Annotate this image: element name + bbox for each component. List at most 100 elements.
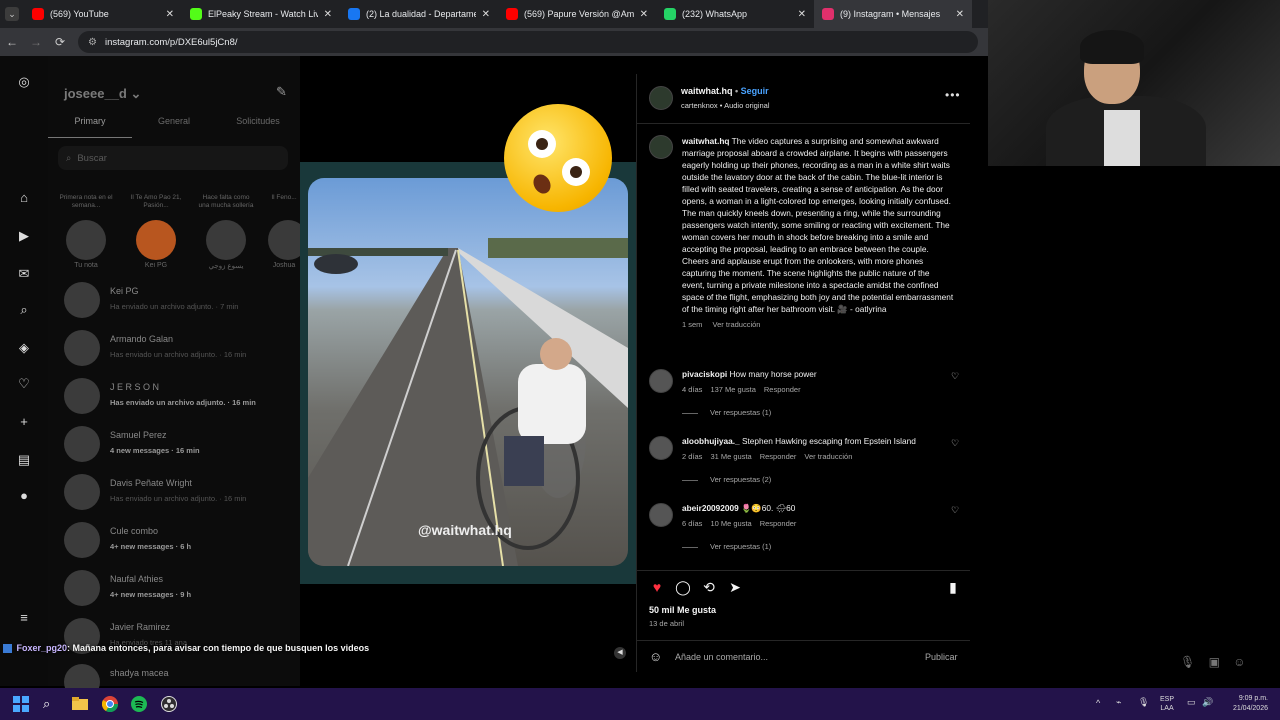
volume-icon[interactable]: 🔊 [1202, 697, 1213, 708]
repost-icon[interactable]: ⟲ [701, 579, 717, 595]
notifications-heart-icon[interactable]: ♡ [16, 376, 32, 392]
clock[interactable]: 9:09 p.m. 21/04/2026 [1226, 694, 1268, 714]
view-replies[interactable]: Ver respuestas (2) [682, 475, 771, 484]
caption-username[interactable]: waitwhat.hq [682, 136, 729, 146]
reel-video[interactable] [308, 178, 628, 566]
site-info-icon[interactable]: ⚙ [88, 37, 97, 48]
emoji-icon[interactable]: ☺ [649, 649, 662, 664]
browser-tab[interactable]: ElPeaky Stream - Watch Live on ✕ [182, 0, 340, 28]
note-item[interactable]: Primera nota en el semana... Tu nota [58, 194, 114, 269]
address-bar[interactable]: ⚙ instagram.com/p/DXE6ul5jCn8/ [78, 31, 978, 53]
commenter-avatar[interactable] [649, 369, 673, 393]
share-icon[interactable]: ➤ [727, 579, 743, 595]
caption-avatar[interactable] [649, 135, 673, 159]
comment-user[interactable]: aloobhujiyaa._ [682, 436, 740, 446]
tab-requests[interactable]: Solicitudes [216, 114, 300, 138]
chat-list-item[interactable]: Davis Peñate Wright Has enviado un archiv… [64, 470, 294, 514]
like-heart-icon[interactable]: ♥ [649, 579, 665, 595]
comment-like-heart-icon[interactable]: ♡ [951, 438, 959, 449]
chat-list-item[interactable]: J E R S O N Has enviado un archivo adjunt… [64, 374, 312, 418]
windows-start-icon[interactable] [13, 696, 29, 712]
browser-tab[interactable]: (569) YouTube ✕ [24, 0, 182, 28]
comment-input[interactable]: Añade un comentario... [675, 652, 768, 662]
account-switcher[interactable]: joseee__d ⌄ [64, 86, 141, 102]
dashboard-icon[interactable]: ▤ [16, 452, 32, 468]
create-plus-icon[interactable]: + [16, 414, 32, 430]
tab-primary[interactable]: Primary [48, 114, 132, 138]
close-tab-icon[interactable]: ✕ [324, 9, 332, 20]
instagram-logo-icon[interactable]: ◎ [16, 74, 32, 90]
search-icon[interactable]: ⌕ [43, 696, 59, 712]
comment-icon[interactable]: ◯ [675, 579, 691, 595]
sticker-icon[interactable]: ☺ [1233, 655, 1245, 669]
home-icon[interactable]: ⌂ [16, 190, 32, 206]
chat-list-item[interactable]: Armando Galan Has enviado un archivo adju… [64, 326, 294, 370]
chat-list-item[interactable]: Kei PG Ha enviado un archivo adjunto. · 7… [64, 278, 294, 322]
back-button[interactable]: ← [0, 35, 24, 49]
more-options-icon[interactable]: ••• [945, 88, 961, 102]
comment-like-heart-icon[interactable]: ♡ [951, 371, 959, 382]
chat-name: Davis Peñate Wright [110, 478, 192, 488]
microphone-tray-icon[interactable]: 🎙 [1138, 697, 1149, 708]
comment-like-heart-icon[interactable]: ♡ [951, 505, 959, 516]
menu-hamburger-icon[interactable]: ≡ [16, 610, 32, 626]
comment-meta-item[interactable]: Responder [764, 385, 801, 394]
comment-meta-item[interactable]: Responder [760, 519, 797, 528]
likes-count[interactable]: 50 mil Me gusta [649, 605, 716, 615]
search-input[interactable]: ⌕ Buscar [58, 146, 288, 170]
chat-list-item[interactable]: Samuel Perez 4 new messages · 16 min [64, 422, 312, 466]
note-item[interactable]: Hace falta como una mucha sollería يسوع ز… [198, 194, 254, 270]
browser-tab[interactable]: (232) WhatsApp ✕ [656, 0, 814, 28]
comment-user[interactable]: pivaciskopi [682, 369, 727, 379]
reels-icon[interactable]: ▶ [16, 228, 32, 244]
note-item[interactable]: Il Te Amo Pao 21, Pasión... Kei PG [128, 194, 184, 269]
comment-user[interactable]: abeir20092009 [682, 503, 739, 513]
browser-tab[interactable]: (9) Instagram • Mensajes ✕ [814, 0, 972, 28]
publish-button[interactable]: Publicar [925, 652, 958, 662]
commenter-avatar[interactable] [649, 503, 673, 527]
close-tab-icon[interactable]: ✕ [166, 9, 174, 20]
audio-info[interactable]: cartenknox • Audio original [681, 101, 770, 110]
microphone-icon[interactable]: 🎙 [1180, 655, 1195, 669]
view-replies[interactable]: Ver respuestas (1) [682, 408, 771, 417]
browser-tab[interactable]: (569) Papure Versión @AmaBli ✕ [498, 0, 656, 28]
save-bookmark-icon[interactable]: ▮ [945, 579, 961, 595]
tab-search-button[interactable]: ⌄ [0, 0, 24, 28]
image-icon[interactable]: ▣ [1209, 655, 1220, 669]
note-item[interactable]: Il Feno... Joshua [268, 194, 300, 269]
account-name-link[interactable]: waitwhat.hq [681, 86, 733, 96]
search-icon[interactable]: ⌕ [16, 302, 32, 318]
close-tab-icon[interactable]: ✕ [640, 9, 648, 20]
messages-icon[interactable]: ✉ [16, 266, 32, 282]
chat-name: Cule combo [110, 526, 159, 536]
show-hidden-icons[interactable]: ^ [1096, 698, 1100, 708]
chat-list-item[interactable]: Cule combo 4+ new messages · 6 h [64, 518, 312, 562]
browser-tab[interactable]: (2) La dualidad - Departamento ✕ [340, 0, 498, 28]
tab-general[interactable]: General [132, 114, 216, 138]
network-icon[interactable]: ⌁ [1116, 697, 1121, 708]
account-avatar[interactable] [649, 86, 673, 110]
chat-list-item[interactable]: Naufal Athies 4+ new messages · 9 h [64, 566, 312, 610]
caption-translate-link[interactable]: Ver traducción [713, 320, 761, 329]
chrome-icon[interactable] [102, 696, 118, 712]
forward-button[interactable]: → [24, 35, 48, 49]
profile-avatar-icon[interactable]: ● [16, 488, 32, 504]
comment-meta-item[interactable]: Ver traducción [804, 452, 852, 461]
display-icon[interactable]: ▭ [1187, 697, 1196, 708]
explore-icon[interactable]: ◈ [16, 340, 32, 356]
close-tab-icon[interactable]: ✕ [798, 9, 806, 20]
close-tab-icon[interactable]: ✕ [956, 9, 964, 20]
close-tab-icon[interactable]: ✕ [482, 9, 490, 20]
follow-button[interactable]: Seguir [741, 86, 769, 96]
reload-button[interactable]: ⟳ [48, 35, 72, 49]
spotify-icon[interactable] [131, 696, 147, 712]
obs-icon[interactable] [161, 696, 177, 712]
mute-icon[interactable]: ◀ [614, 647, 626, 659]
comment-meta-item[interactable]: Responder [760, 452, 797, 461]
note-name: يسوع زوجي [208, 263, 244, 270]
view-replies[interactable]: Ver respuestas (1) [682, 542, 771, 551]
commenter-avatar[interactable] [649, 436, 673, 460]
language-indicator[interactable]: ESP LAA [1160, 695, 1174, 713]
file-explorer-icon[interactable] [72, 696, 88, 712]
new-message-icon[interactable]: ✎ [276, 84, 287, 100]
